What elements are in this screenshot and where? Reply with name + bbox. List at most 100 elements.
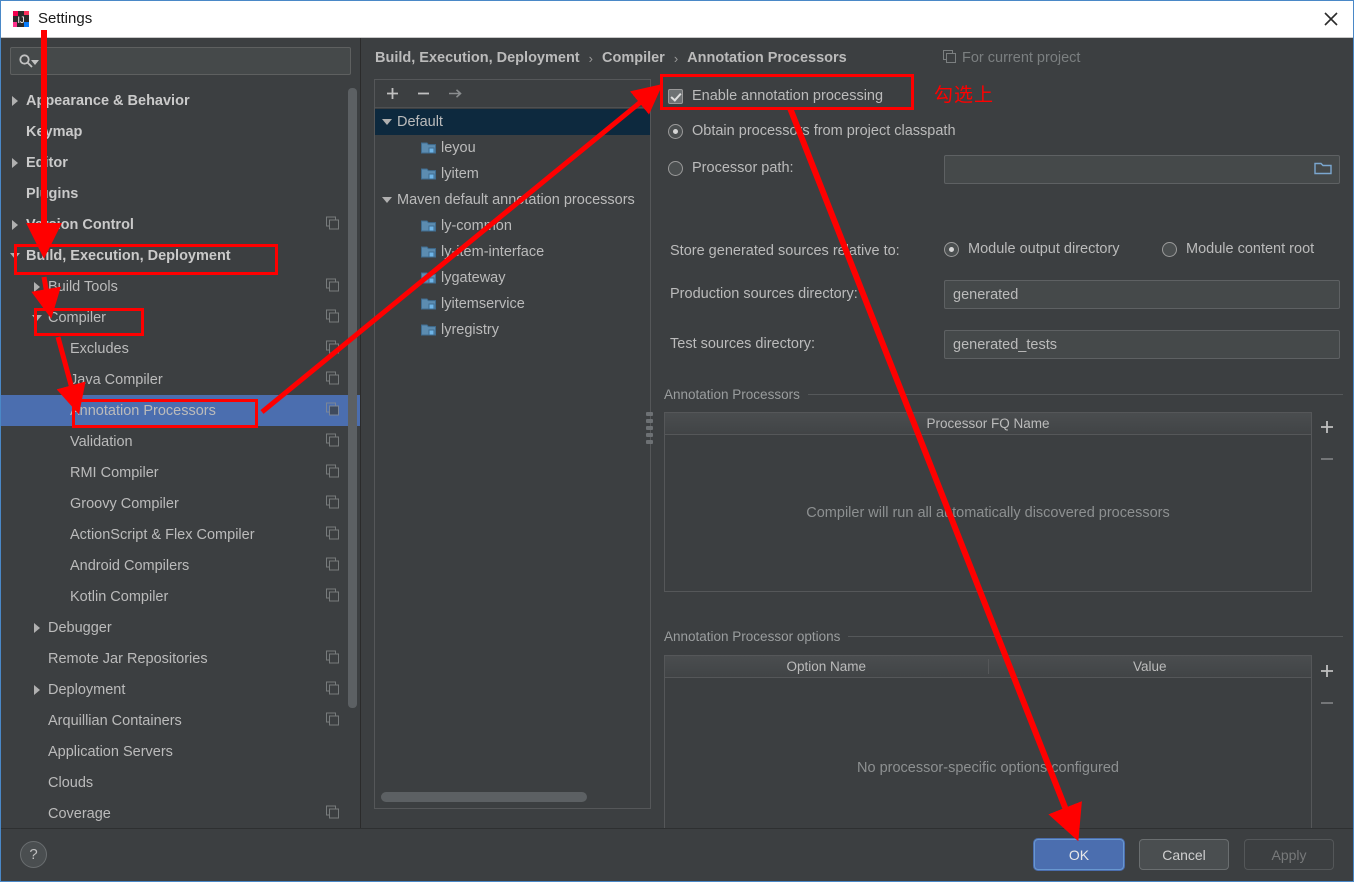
chevron-right-icon[interactable] (8, 156, 22, 170)
remove-processor-button[interactable] (1319, 451, 1335, 467)
chevron-right-icon[interactable] (8, 218, 22, 232)
sidebar-item-build-execution-deployment[interactable]: Build, Execution, Deployment (0, 240, 360, 271)
sidebar-item-actionscript-flex-compiler[interactable]: ActionScript & Flex Compiler (0, 519, 360, 550)
sidebar-item-validation[interactable]: Validation (0, 426, 360, 457)
remove-option-button[interactable] (1319, 695, 1335, 711)
search-field[interactable] (43, 53, 350, 69)
module-row-ly-common[interactable]: ly-common (375, 213, 650, 239)
chevron-right-icon[interactable] (8, 94, 22, 108)
sidebar-item-arquillian-containers[interactable]: Arquillian Containers (0, 705, 360, 736)
sidebar-item-label: Keymap (26, 123, 83, 140)
breadcrumb-part[interactable]: Build, Execution, Deployment (375, 50, 580, 66)
sidebar-item-label: Deployment (48, 681, 126, 698)
module-content-root-radio[interactable]: Module content root (1162, 241, 1314, 257)
folder-icon[interactable] (1314, 160, 1332, 179)
radio-dot (668, 160, 683, 176)
sidebar-item-coverage[interactable]: Coverage (0, 798, 360, 828)
profiles-horizontal-scrollbar[interactable] (381, 792, 587, 802)
sidebar-item-clouds[interactable]: Clouds (0, 767, 360, 798)
sidebar-item-label: RMI Compiler (70, 464, 159, 481)
module-icon (421, 271, 436, 285)
sidebar-item-label: Build, Execution, Deployment (26, 247, 231, 264)
panel-splitter[interactable] (644, 393, 654, 463)
sidebar-item-compiler[interactable]: Compiler (0, 302, 360, 333)
production-sources-input[interactable]: generated (944, 280, 1340, 309)
chevron-down-icon[interactable] (379, 115, 395, 129)
test-sources-input[interactable]: generated_tests (944, 330, 1340, 359)
sidebar-item-label: Version Control (26, 216, 134, 233)
profile-label: Default (397, 114, 443, 130)
sidebar-item-android-compilers[interactable]: Android Compilers (0, 550, 360, 581)
move-to-profile-button[interactable] (447, 86, 464, 101)
sidebar-item-editor[interactable]: Editor (0, 147, 360, 178)
ok-button[interactable]: OK (1034, 839, 1124, 870)
chevron-right-icon[interactable] (30, 621, 44, 635)
chevron-right-icon[interactable] (30, 683, 44, 697)
chevron-right-icon[interactable] (30, 280, 44, 294)
chevron-down-icon[interactable] (379, 193, 395, 207)
module-row-lyitem[interactable]: lyitem (375, 161, 650, 187)
sidebar-item-plugins[interactable]: Plugins (0, 178, 360, 209)
profile-row-default[interactable]: Default (375, 109, 650, 135)
sidebar-scrollbar[interactable] (348, 88, 357, 708)
sidebar-item-groovy-compiler[interactable]: Groovy Compiler (0, 488, 360, 519)
processors-table[interactable]: Processor FQ Name Compiler will run all … (664, 412, 1312, 592)
chevron-down-icon[interactable] (30, 311, 44, 325)
profiles-panel: Default leyou lyitem Maven default annotati… (374, 79, 651, 809)
module-row-lyregistry[interactable]: lyregistry (375, 317, 650, 343)
close-icon[interactable] (1308, 0, 1354, 38)
module-label: ly-common (441, 218, 512, 234)
enable-annotation-processing-checkbox[interactable]: Enable annotation processing (668, 88, 883, 104)
sidebar-item-rmi-compiler[interactable]: RMI Compiler (0, 457, 360, 488)
add-profile-button[interactable] (385, 86, 400, 101)
sidebar-item-kotlin-compiler[interactable]: Kotlin Compiler (0, 581, 360, 612)
obtain-from-classpath-radio[interactable]: Obtain processors from project classpath (668, 123, 956, 139)
module-output-directory-radio[interactable]: Module output directory (944, 241, 1120, 257)
search-input[interactable] (10, 47, 351, 75)
module-row-lyitemservice[interactable]: lyitemservice (375, 291, 650, 317)
sidebar-item-application-servers[interactable]: Application Servers (0, 736, 360, 767)
processor-path-radio[interactable]: Processor path: (668, 160, 794, 176)
cancel-button[interactable]: Cancel (1139, 839, 1229, 870)
processor-path-input[interactable] (944, 155, 1340, 184)
remove-profile-button[interactable] (416, 86, 431, 101)
profile-row-maven-default-annotation-processors[interactable]: Maven default annotation processors (375, 187, 650, 213)
add-option-button[interactable] (1319, 663, 1335, 679)
sidebar-item-version-control[interactable]: Version Control (0, 209, 360, 240)
sidebar-item-debugger[interactable]: Debugger (0, 612, 360, 643)
dialog-footer: ? OK Cancel Apply (0, 828, 1354, 880)
module-icon (421, 167, 436, 181)
sidebar-item-build-tools[interactable]: Build Tools (0, 271, 360, 302)
radio-dot (668, 123, 683, 139)
sidebar-item-appearance-behavior[interactable]: Appearance & Behavior (0, 85, 360, 116)
sidebar-item-java-compiler[interactable]: Java Compiler (0, 364, 360, 395)
window-title: Settings (38, 10, 93, 27)
sidebar-item-keymap[interactable]: Keymap (0, 116, 360, 147)
module-row-ly-item-interface[interactable]: ly-item-interface (375, 239, 650, 265)
copy-icon (326, 216, 339, 233)
apply-button: Apply (1244, 839, 1334, 870)
module-content-root-label: Module content root (1186, 241, 1315, 257)
sidebar-item-annotation-processors[interactable]: Annotation Processors (0, 395, 360, 426)
add-processor-button[interactable] (1319, 419, 1335, 435)
profiles-toolbar (375, 80, 650, 108)
module-row-leyou[interactable]: leyou (375, 135, 650, 161)
help-button[interactable]: ? (20, 841, 47, 868)
production-sources-label: Production sources directory: (670, 286, 858, 302)
module-row-lygateway[interactable]: lygateway (375, 265, 650, 291)
sidebar-item-label: Appearance & Behavior (26, 92, 190, 109)
breadcrumb-part[interactable]: Compiler (602, 50, 665, 66)
module-output-directory-label: Module output directory (968, 241, 1120, 257)
sidebar-item-deployment[interactable]: Deployment (0, 674, 360, 705)
search-dropdown-icon[interactable] (31, 59, 39, 67)
sidebar-item-excludes[interactable]: Excludes (0, 333, 360, 364)
sidebar-item-remote-jar-repositories[interactable]: Remote Jar Repositories (0, 643, 360, 674)
module-icon (421, 323, 436, 337)
copy-icon (326, 433, 339, 450)
chevron-down-icon[interactable] (8, 249, 22, 263)
